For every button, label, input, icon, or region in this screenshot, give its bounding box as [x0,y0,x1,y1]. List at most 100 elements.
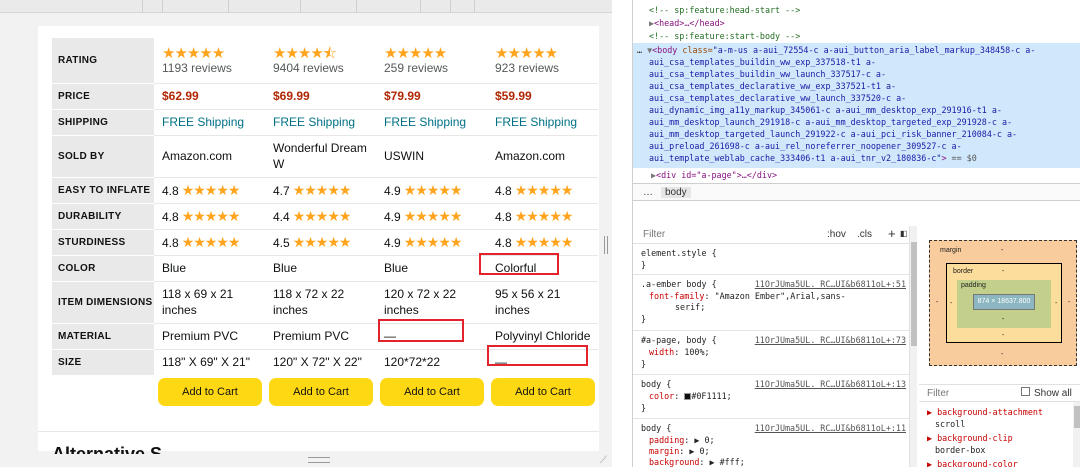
rule-source-link[interactable]: 11OrJUma5UL._RC…UI&b6811oL+:13 [755,379,906,389]
sturdiness-cell: 4.5 ★★★★★ [265,228,376,255]
easy-inflate-cell: 4.9 ★★★★★ [376,176,487,203]
free-shipping-link[interactable]: FREE Shipping [384,115,466,129]
cell-value: 118" X 69" X 21" [162,355,250,370]
computed-toolbar: Filter Show all [919,384,1080,402]
rule-element-style[interactable]: element.style { } [633,244,909,275]
cell-value: 120*72*22 [384,355,441,370]
free-shipping-link[interactable]: FREE Shipping [162,115,244,129]
review-count-link[interactable]: 9404 reviews [273,61,376,75]
empty-label-cell [52,375,154,409]
comparison-card: RATING ★★★★★ 1193 reviews ★★★★⯪ 9404 reviews… [38,26,599,454]
cell-value: Blue [162,261,187,275]
durability-cell: 4.4 ★★★★★ [265,202,376,229]
rule-source-link[interactable]: 11OrJUma5UL._RC…UI&b6811oL+:11 [755,423,906,433]
sub-rating-stars-icon: ★★★★★ [403,233,463,250]
size-cell: 118" X 69" X 21" [154,348,265,375]
sub-rating-stars-icon: ★★★★★ [292,181,352,198]
styles-scrollbar[interactable] [909,226,917,467]
sub-rating-stars-icon: ★★★★★ [514,181,574,198]
computed-prop[interactable]: ▶ background-attachment [927,406,1043,418]
resize-corner-icon[interactable]: ⟋ [600,456,610,466]
body-class-line: aui_csa_templates_buildin_ww_launch_3375… [649,69,886,79]
sub-rating-stars-icon: ★★★★★ [181,181,241,198]
body-class-line: aui_mm_desktop_targeted_launch_291922-c … [649,129,1018,139]
color-cell: Blue [376,254,487,281]
size-cell: 120*72*22 [376,348,487,375]
sub-rating-stars-icon: ★★★★★ [403,181,463,198]
star-rating-icon[interactable]: ★★★★★ [495,45,558,62]
rating-cell: ★★★★★ 259 reviews [376,38,487,83]
free-shipping-link[interactable]: FREE Shipping [495,115,577,129]
easy-inflate-cell: 4.8 ★★★★★ [487,176,598,203]
sub-rating-value: 4.9 [384,209,401,224]
rule-source-link[interactable]: 11OrJUma5UL._RC…UI&b6811oL+:51 [755,279,906,289]
add-to-cart-button[interactable]: Add to Cart [158,378,262,406]
review-count-link[interactable]: 923 reviews [495,61,598,75]
breadcrumb-body[interactable]: body [661,187,691,198]
add-to-cart-button[interactable]: Add to Cart [380,378,484,406]
tree-node-a-page[interactable]: ▶<div id="a-page">…</div> [651,169,777,181]
tree-comment-start-body[interactable]: <!-- sp:feature:start-body --> [649,30,800,42]
sub-rating-value: 4.8 [495,235,512,250]
sold-by-cell: Amazon.com [154,134,265,177]
cell-value: 120" X 72" X 22" [273,355,362,370]
star-rating-icon[interactable]: ★★★★★ [384,45,447,62]
shipping-cell: FREE Shipping [265,108,376,135]
rule-body-reset[interactable]: body { 11OrJUma5UL._RC…UI&b6811oL+:11 pa… [633,419,909,467]
dimensions-cell: 120 x 72 x 22 inches [376,280,487,323]
rule-source-link[interactable]: 11OrJUma5UL._RC…UI&b6811oL+:73 [755,335,906,345]
breadcrumb-more[interactable]: … [643,187,653,198]
highlight-color-colorful [479,253,559,275]
comparison-row: RATING ★★★★★ 1193 reviews ★★★★⯪ 9404 reviews… [52,38,598,83]
horizontal-resize-grip[interactable] [308,457,330,463]
tree-comment-head-start[interactable]: <!-- sp:feature:head-start --> [649,4,800,16]
class-toggle[interactable]: .cls [857,229,872,240]
free-shipping-link[interactable]: FREE Shipping [273,115,355,129]
sub-rating-stars-icon: ★★★★★ [514,233,574,250]
styles-toolbar: Filter :hov .cls + ◧ [633,226,909,244]
shipping-cell: FREE Shipping [487,108,598,135]
sub-rating-stars-icon: ★★★★★ [514,207,574,224]
box-model-content[interactable]: 874 × 18637.800 [973,294,1035,310]
computed-prop[interactable]: ▶ background-color [927,458,1018,467]
sidebar-toggle-icon[interactable]: ◧ [900,229,908,238]
rule-body-color[interactable]: body { 11OrJUma5UL._RC…UI&b6811oL+:13 co… [633,375,909,419]
body-class-line: aui_csa_templates_declarative_ww_launch_… [649,93,907,103]
price-cell: $59.99 [487,82,598,109]
cell-value: Polyvinyl Chloride [495,329,591,343]
computed-filter-input[interactable]: Filter [927,388,949,399]
elements-tree: <!-- sp:feature:head-start --> ▶<head>…<… [633,0,1080,182]
cart-cell: Add to Cart [265,375,376,409]
computed-scrollbar[interactable] [1073,402,1080,467]
rule-a-page-body[interactable]: #a-page, body { 11OrJUma5UL._RC…UI&b6811… [633,331,909,375]
review-count-link[interactable]: 259 reviews [384,61,487,75]
row-label: RATING [52,38,154,83]
add-to-cart-button[interactable]: Add to Cart [269,378,373,406]
show-all-checkbox[interactable] [1021,387,1030,396]
cell-value: 120 x 72 x 22 inches [384,287,457,317]
cell-value: Amazon.com [162,149,233,163]
durability-cell: 4.9 ★★★★★ [376,202,487,229]
tree-node-head[interactable]: ▶<head>…</head> [649,17,725,29]
body-open-tag[interactable]: … ▼<body class="a-m-us a-aui_72554-c a-a… [637,44,1035,56]
cell-value: Premium PVC [273,329,350,343]
computed-prop[interactable]: ▶ background-clip [927,432,1013,444]
cell-value: 118 x 69 x 21 inches [162,287,234,317]
review-count-link[interactable]: 1193 reviews [162,61,265,75]
new-rule-plus-icon[interactable]: + [888,226,896,241]
add-to-cart-button[interactable]: Add to Cart [491,378,595,406]
cell-value: Blue [384,261,409,275]
box-model-padding[interactable]: padding - 874 × 18637.800 [957,280,1051,328]
star-rating-icon[interactable]: ★★★★⯪ [273,45,337,62]
sub-rating-value: 4.8 [162,235,179,250]
rule-ember-body[interactable]: .a-ember body { 11OrJUma5UL._RC…UI&b6811… [633,275,909,331]
comparison-row: PRICE $62.99 $69.99 $79.99 $59.99 [52,82,598,109]
highlight-material-missing [378,319,464,342]
star-rating-icon[interactable]: ★★★★★ [162,45,225,62]
hover-state-toggle[interactable]: :hov [827,229,846,240]
scrollbar-grip[interactable] [604,236,608,254]
color-cell: Blue [265,254,376,281]
cell-value: Blue [273,261,298,275]
box-model-border[interactable]: border - - - - padding - 874 × 18637.800 [946,263,1062,343]
styles-filter-input[interactable]: Filter [643,229,665,240]
